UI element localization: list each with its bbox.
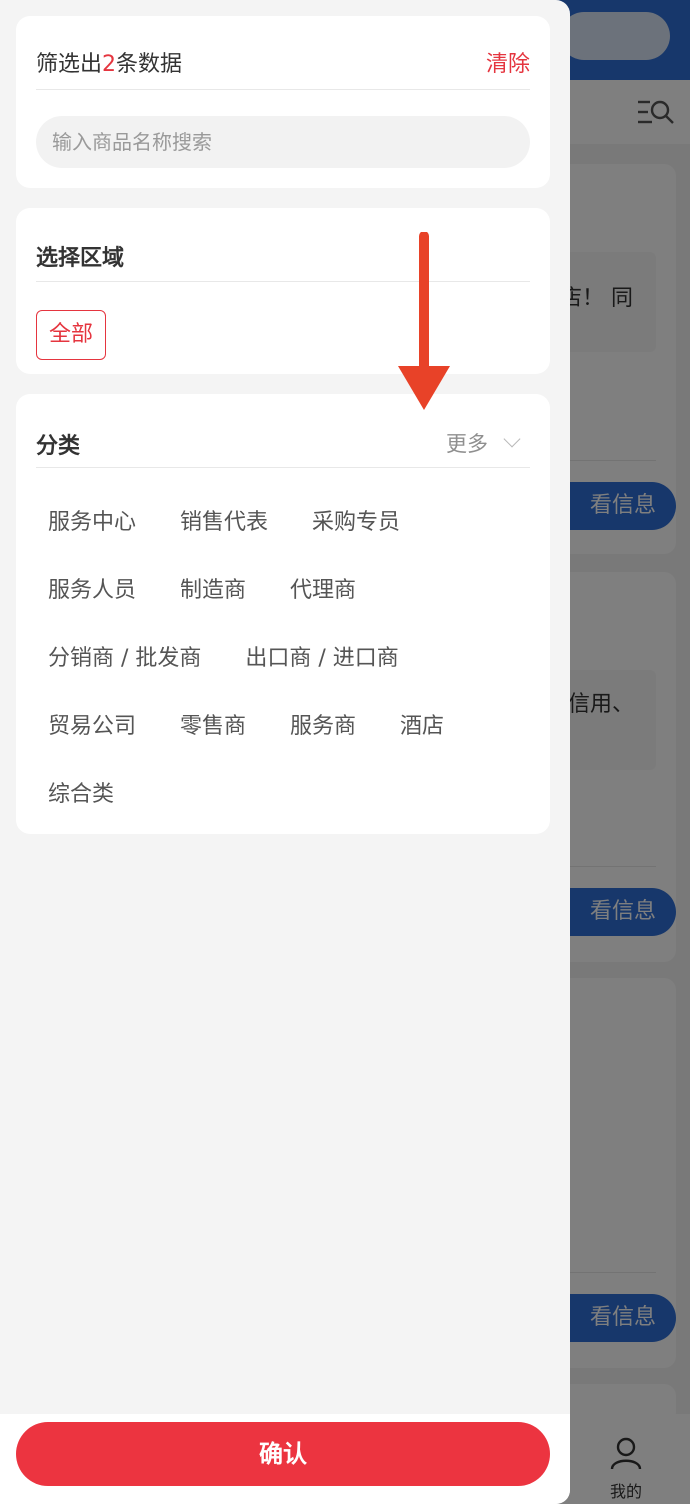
confirm-button[interactable]: 确认: [16, 1422, 550, 1486]
category-title: 分类: [36, 434, 81, 459]
area-title: 选择区域: [36, 246, 125, 271]
result-panel: 筛选出2条数据 清除: [16, 16, 550, 188]
more-label: 更多: [446, 432, 488, 456]
filter-drawer: 筛选出2条数据 清除 选择区域 全部 分类 更多 服务中心 销售代表 采购专员 …: [0, 0, 570, 1504]
annotation-arrow-icon: [398, 232, 450, 410]
clear-button[interactable]: 清除: [486, 46, 530, 78]
category-grid: 服务中心 销售代表 采购专员 服务人员 制造商 代理商 分销商 / 批发商 出口…: [48, 504, 538, 844]
category-item[interactable]: 服务人员: [48, 572, 136, 640]
chevron-down-icon: [503, 430, 521, 448]
category-panel: 分类 更多 服务中心 销售代表 采购专员 服务人员 制造商 代理商 分销商 / …: [16, 394, 550, 834]
area-panel: 选择区域 全部: [16, 208, 550, 374]
category-item[interactable]: 酒店: [400, 708, 444, 776]
category-item[interactable]: 销售代表: [180, 504, 268, 572]
confirm-bar: 确认: [0, 1414, 570, 1504]
area-tag-all[interactable]: 全部: [36, 310, 106, 360]
more-button[interactable]: 更多: [446, 428, 521, 458]
category-item[interactable]: 零售商: [180, 708, 246, 776]
category-item[interactable]: 贸易公司: [48, 708, 136, 776]
category-item[interactable]: 采购专员: [312, 504, 400, 572]
category-item[interactable]: 综合类: [48, 776, 114, 844]
category-item[interactable]: 制造商: [180, 572, 246, 640]
category-item[interactable]: 服务商: [290, 708, 356, 776]
category-item[interactable]: 出口商 / 进口商: [245, 640, 398, 708]
category-item[interactable]: 代理商: [290, 572, 356, 640]
category-item[interactable]: 分销商 / 批发商: [48, 640, 201, 708]
result-row: 筛选出2条数据 清除: [36, 16, 530, 90]
category-item[interactable]: 服务中心: [48, 504, 136, 572]
result-count: 2: [102, 52, 117, 77]
product-search-input[interactable]: [36, 116, 530, 168]
result-summary: 筛选出2条数据: [36, 52, 183, 77]
